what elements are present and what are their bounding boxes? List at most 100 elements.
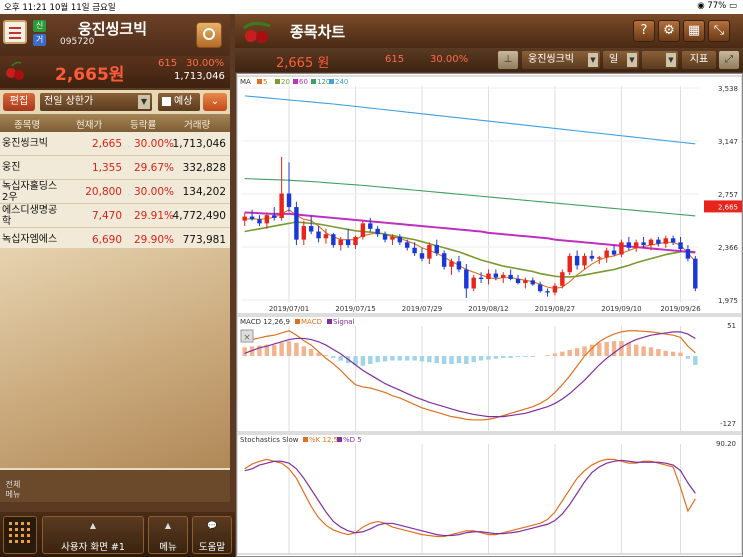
menu-button[interactable]: ▲ 메뉴 [148, 516, 188, 554]
row-price: 2,665 [91, 138, 122, 150]
gear-icon[interactable]: ⚙ [658, 20, 680, 42]
candle-body [501, 274, 506, 278]
battery-icon: ▭ [728, 1, 737, 11]
pin-button[interactable]: ⊥ [498, 51, 518, 69]
help-icon[interactable]: ? [633, 20, 655, 42]
grid-icon[interactable]: ▦ [683, 20, 705, 42]
macd-histogram-bar [294, 342, 299, 357]
legend-swatch [327, 319, 332, 324]
candle-body [626, 242, 632, 248]
status-bar: 오후 11:21 10월 11일 금요일 ◉ 77% ▭ [0, 0, 743, 14]
macd-histogram-bar [486, 356, 491, 360]
macd-histogram-bar [626, 342, 632, 357]
macd-histogram-bar [375, 356, 380, 363]
macd-histogram-bar [560, 351, 565, 357]
candle-body [345, 239, 351, 246]
extra-select[interactable]: ▼ [642, 51, 678, 69]
candle-body [523, 280, 528, 284]
period-select[interactable]: 일 ▼ [603, 51, 639, 69]
candle-body [648, 239, 654, 246]
row-name: 녹십자홀딩스 2우 [2, 181, 58, 203]
period-label: 일 [609, 54, 619, 65]
candle-body [316, 231, 321, 239]
macd-histogram-bar [338, 356, 343, 361]
macd-histogram-bar [508, 356, 513, 358]
dropdown-icon: ▼ [666, 53, 676, 67]
x-tick-label: 2019/07/01 [269, 305, 309, 313]
macd-histogram-bar [427, 356, 432, 363]
predict-toggle[interactable]: 예상 [158, 93, 200, 111]
chart-title: 종목차트 [290, 23, 346, 41]
candle-body [619, 242, 624, 255]
macd-histogram-bar [493, 356, 499, 359]
table-row[interactable]: 웅진씽크빅 2,665 30.00% 1,713,046 [0, 132, 230, 156]
candle-body [515, 278, 521, 284]
new-badge: 신 [33, 20, 46, 32]
legend-swatch [295, 319, 300, 324]
chart-area[interactable]: 2019/07/01 2019/07/15 2019/07/29 2019/08/12… [236, 73, 743, 557]
edit-button[interactable]: 편집 [3, 93, 35, 111]
user-screen-button[interactable]: ▲ 사용자 화면 #1 [42, 516, 144, 554]
macd-legend-item: Signal [333, 318, 355, 326]
macd-histogram-bar [545, 355, 550, 357]
col-price[interactable]: 현재가 [76, 117, 102, 131]
collapse-button[interactable]: ⌄ [203, 93, 227, 111]
resize-button[interactable]: ⤢ [719, 51, 739, 69]
candle-body [693, 258, 698, 289]
row-price: 20,800 [85, 186, 122, 198]
col-pct[interactable]: 등락률 [130, 117, 156, 131]
triangle-up-icon: ▲ [164, 521, 172, 530]
expand-icon[interactable]: ⤡ [708, 20, 730, 42]
legend-swatch [303, 437, 308, 442]
current-price: 2,665원 [55, 65, 125, 85]
candle-body [360, 223, 366, 237]
ma-legend-item: 120 [317, 78, 330, 86]
macd-histogram-bar [419, 356, 425, 362]
geo-badge: 거 [33, 34, 46, 46]
chart-stock-select[interactable]: 웅진씽크빅 ▼ [522, 51, 600, 69]
macd-histogram-bar [678, 352, 683, 357]
stock-name[interactable]: 웅진씽크빅 [78, 18, 147, 39]
stock-chart-svg[interactable]: 2019/07/01 2019/07/15 2019/07/29 2019/08/12… [236, 74, 743, 556]
candle-body [368, 223, 373, 229]
candle-body [552, 285, 558, 293]
macd-title: MACD 12,26,9 [240, 318, 290, 326]
candle-body [331, 234, 336, 246]
macd-histogram-bar [412, 356, 417, 361]
macd-histogram-bar [397, 356, 403, 361]
macd-histogram-bar [308, 349, 314, 357]
candle-body [678, 242, 683, 250]
macd-histogram-bar [501, 356, 506, 358]
candle-body [582, 255, 587, 266]
macd-histogram-bar [604, 341, 609, 357]
macd-histogram-bar [574, 348, 580, 357]
table-row[interactable]: 웅진 1,355 29.67% 332,828 [0, 156, 230, 180]
col-name[interactable]: 종목명 [14, 117, 40, 131]
candle-body [427, 245, 432, 259]
candle-body [604, 250, 609, 258]
indicator-button[interactable]: 지표 [682, 51, 716, 69]
row-volume: 332,828 [182, 162, 226, 174]
row-name: 에스디생명공학 [2, 205, 58, 227]
full-menu-button[interactable]: 전체메뉴 [2, 480, 24, 514]
app-grid-button[interactable] [3, 516, 37, 554]
macd-histogram-bar [523, 356, 528, 357]
candle-body [390, 236, 395, 240]
col-volume[interactable]: 거래량 [184, 117, 210, 131]
candle-body [670, 238, 676, 243]
table-row[interactable]: 에스디생명공학 7,470 29.91% 4,772,490 [0, 204, 230, 228]
list-menu-icon[interactable] [3, 20, 27, 44]
search-button[interactable] [196, 22, 222, 48]
macd-histogram-bar [478, 356, 484, 361]
candle-body [382, 234, 388, 240]
chat-bubble-icon: 💬 [207, 521, 217, 530]
row-pct: 30.00% [133, 186, 174, 198]
chart-stock-label: 웅진씽크빅 [528, 54, 574, 65]
current-price-tag-label: 2,665 [718, 203, 738, 211]
condition-select[interactable]: 전일 상한가 ▼ [40, 93, 152, 111]
table-row[interactable]: 녹십자홀딩스 2우 20,800 30.00% 134,202 [0, 180, 230, 204]
dropdown-icon: ▼ [588, 53, 598, 67]
help-button[interactable]: 💬 도움말 [192, 516, 232, 554]
candle-body [530, 280, 536, 285]
stoch-legend-item: %K 12,5 [309, 436, 338, 444]
